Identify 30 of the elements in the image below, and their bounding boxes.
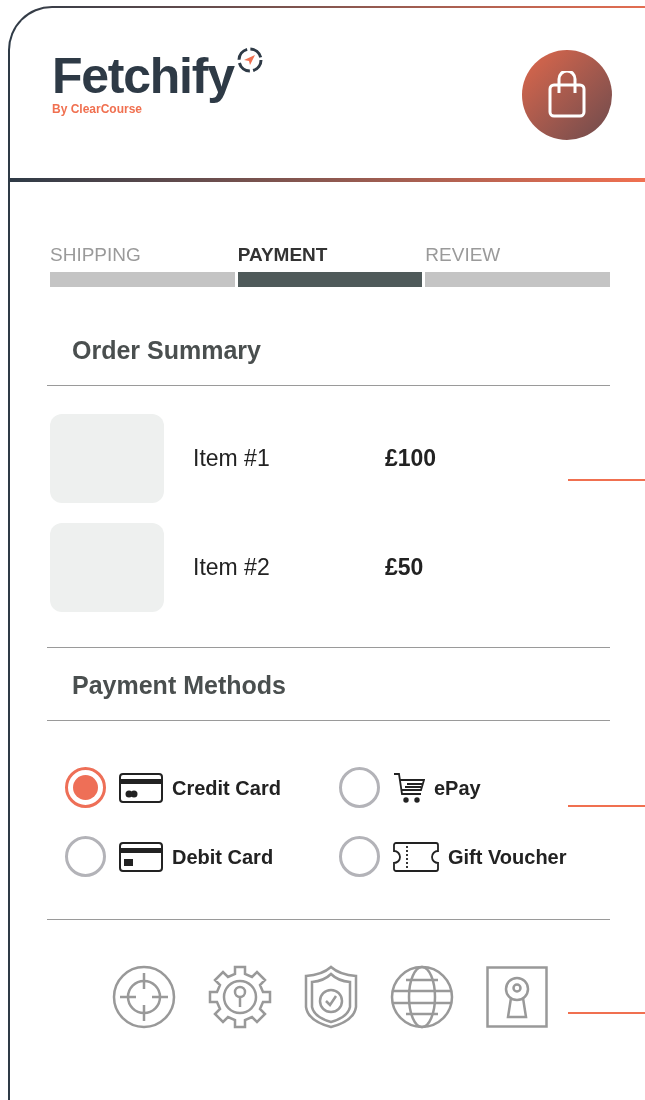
item-name: Item #2 — [193, 553, 271, 583]
section-heading: Order Summary — [47, 287, 610, 386]
radio-button[interactable] — [339, 767, 380, 808]
radio-button[interactable] — [65, 767, 106, 808]
payment-option-label: Credit Card — [172, 775, 281, 801]
item-price: £50 — [385, 553, 424, 583]
item-name: Item #1 — [193, 444, 271, 474]
gear-keyhole-icon — [208, 965, 272, 1029]
step-label: SHIPPING — [50, 244, 142, 266]
compass-icon — [235, 46, 264, 74]
payment-option-label: ePay — [434, 775, 481, 801]
shopping-bag-icon — [547, 71, 587, 119]
card-icon — [119, 841, 163, 872]
ticket-icon — [393, 841, 439, 872]
shield-check-icon — [304, 965, 358, 1029]
section-heading: Payment Methods — [47, 648, 610, 721]
payment-option-label: Gift Voucher — [448, 844, 567, 870]
item-price: £100 — [385, 444, 437, 474]
card-icon — [119, 772, 163, 803]
brand-logo-text: Fetchify — [52, 50, 234, 102]
keyhole-icon — [486, 966, 548, 1028]
target-icon — [112, 965, 176, 1029]
radio-button[interactable] — [65, 836, 106, 877]
step-label: PAYMENT — [237, 244, 329, 266]
payment-option-label: Debit Card — [172, 844, 274, 870]
step-label: REVIEW — [425, 244, 502, 266]
radio-button[interactable] — [339, 836, 380, 877]
cart-icon — [393, 771, 425, 804]
brand-tagline: By ClearCourse — [52, 102, 143, 116]
globe-icon — [390, 965, 454, 1029]
